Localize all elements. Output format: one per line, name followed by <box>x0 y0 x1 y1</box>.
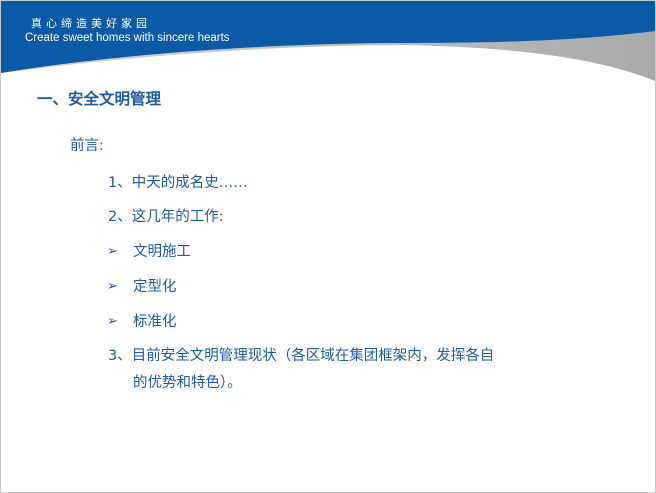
arrow-bullet-icon: ➢ <box>107 279 118 294</box>
bullet-item-2: 定型化 <box>133 279 177 295</box>
header-tagline-en: Create sweet homes with sincere hearts <box>25 32 230 44</box>
bullet-item-3: 标准化 <box>133 314 177 330</box>
bullet-item-1: 文明施工 <box>133 244 191 260</box>
list-item-3-line-1: 3、目前安全文明管理现状（各区域在集团框架内，发挥各自 <box>108 348 495 364</box>
section-title: 一、安全文明管理 <box>37 90 162 108</box>
slide: 真心缔造美好家园 Create sweet homes with sincere… <box>0 0 656 493</box>
list-item-2: 2、这几年的工作: <box>108 209 224 225</box>
list-item-1: 1、中天的成名史…… <box>108 175 248 191</box>
arrow-bullet-icon: ➢ <box>107 244 118 259</box>
intro-label: 前言: <box>70 138 104 154</box>
arrow-bullet-icon: ➢ <box>107 314 118 329</box>
list-item-3-line-2: 的优势和特色）。 <box>133 375 242 391</box>
header-tagline-cn: 真心缔造美好家园 <box>31 17 151 30</box>
